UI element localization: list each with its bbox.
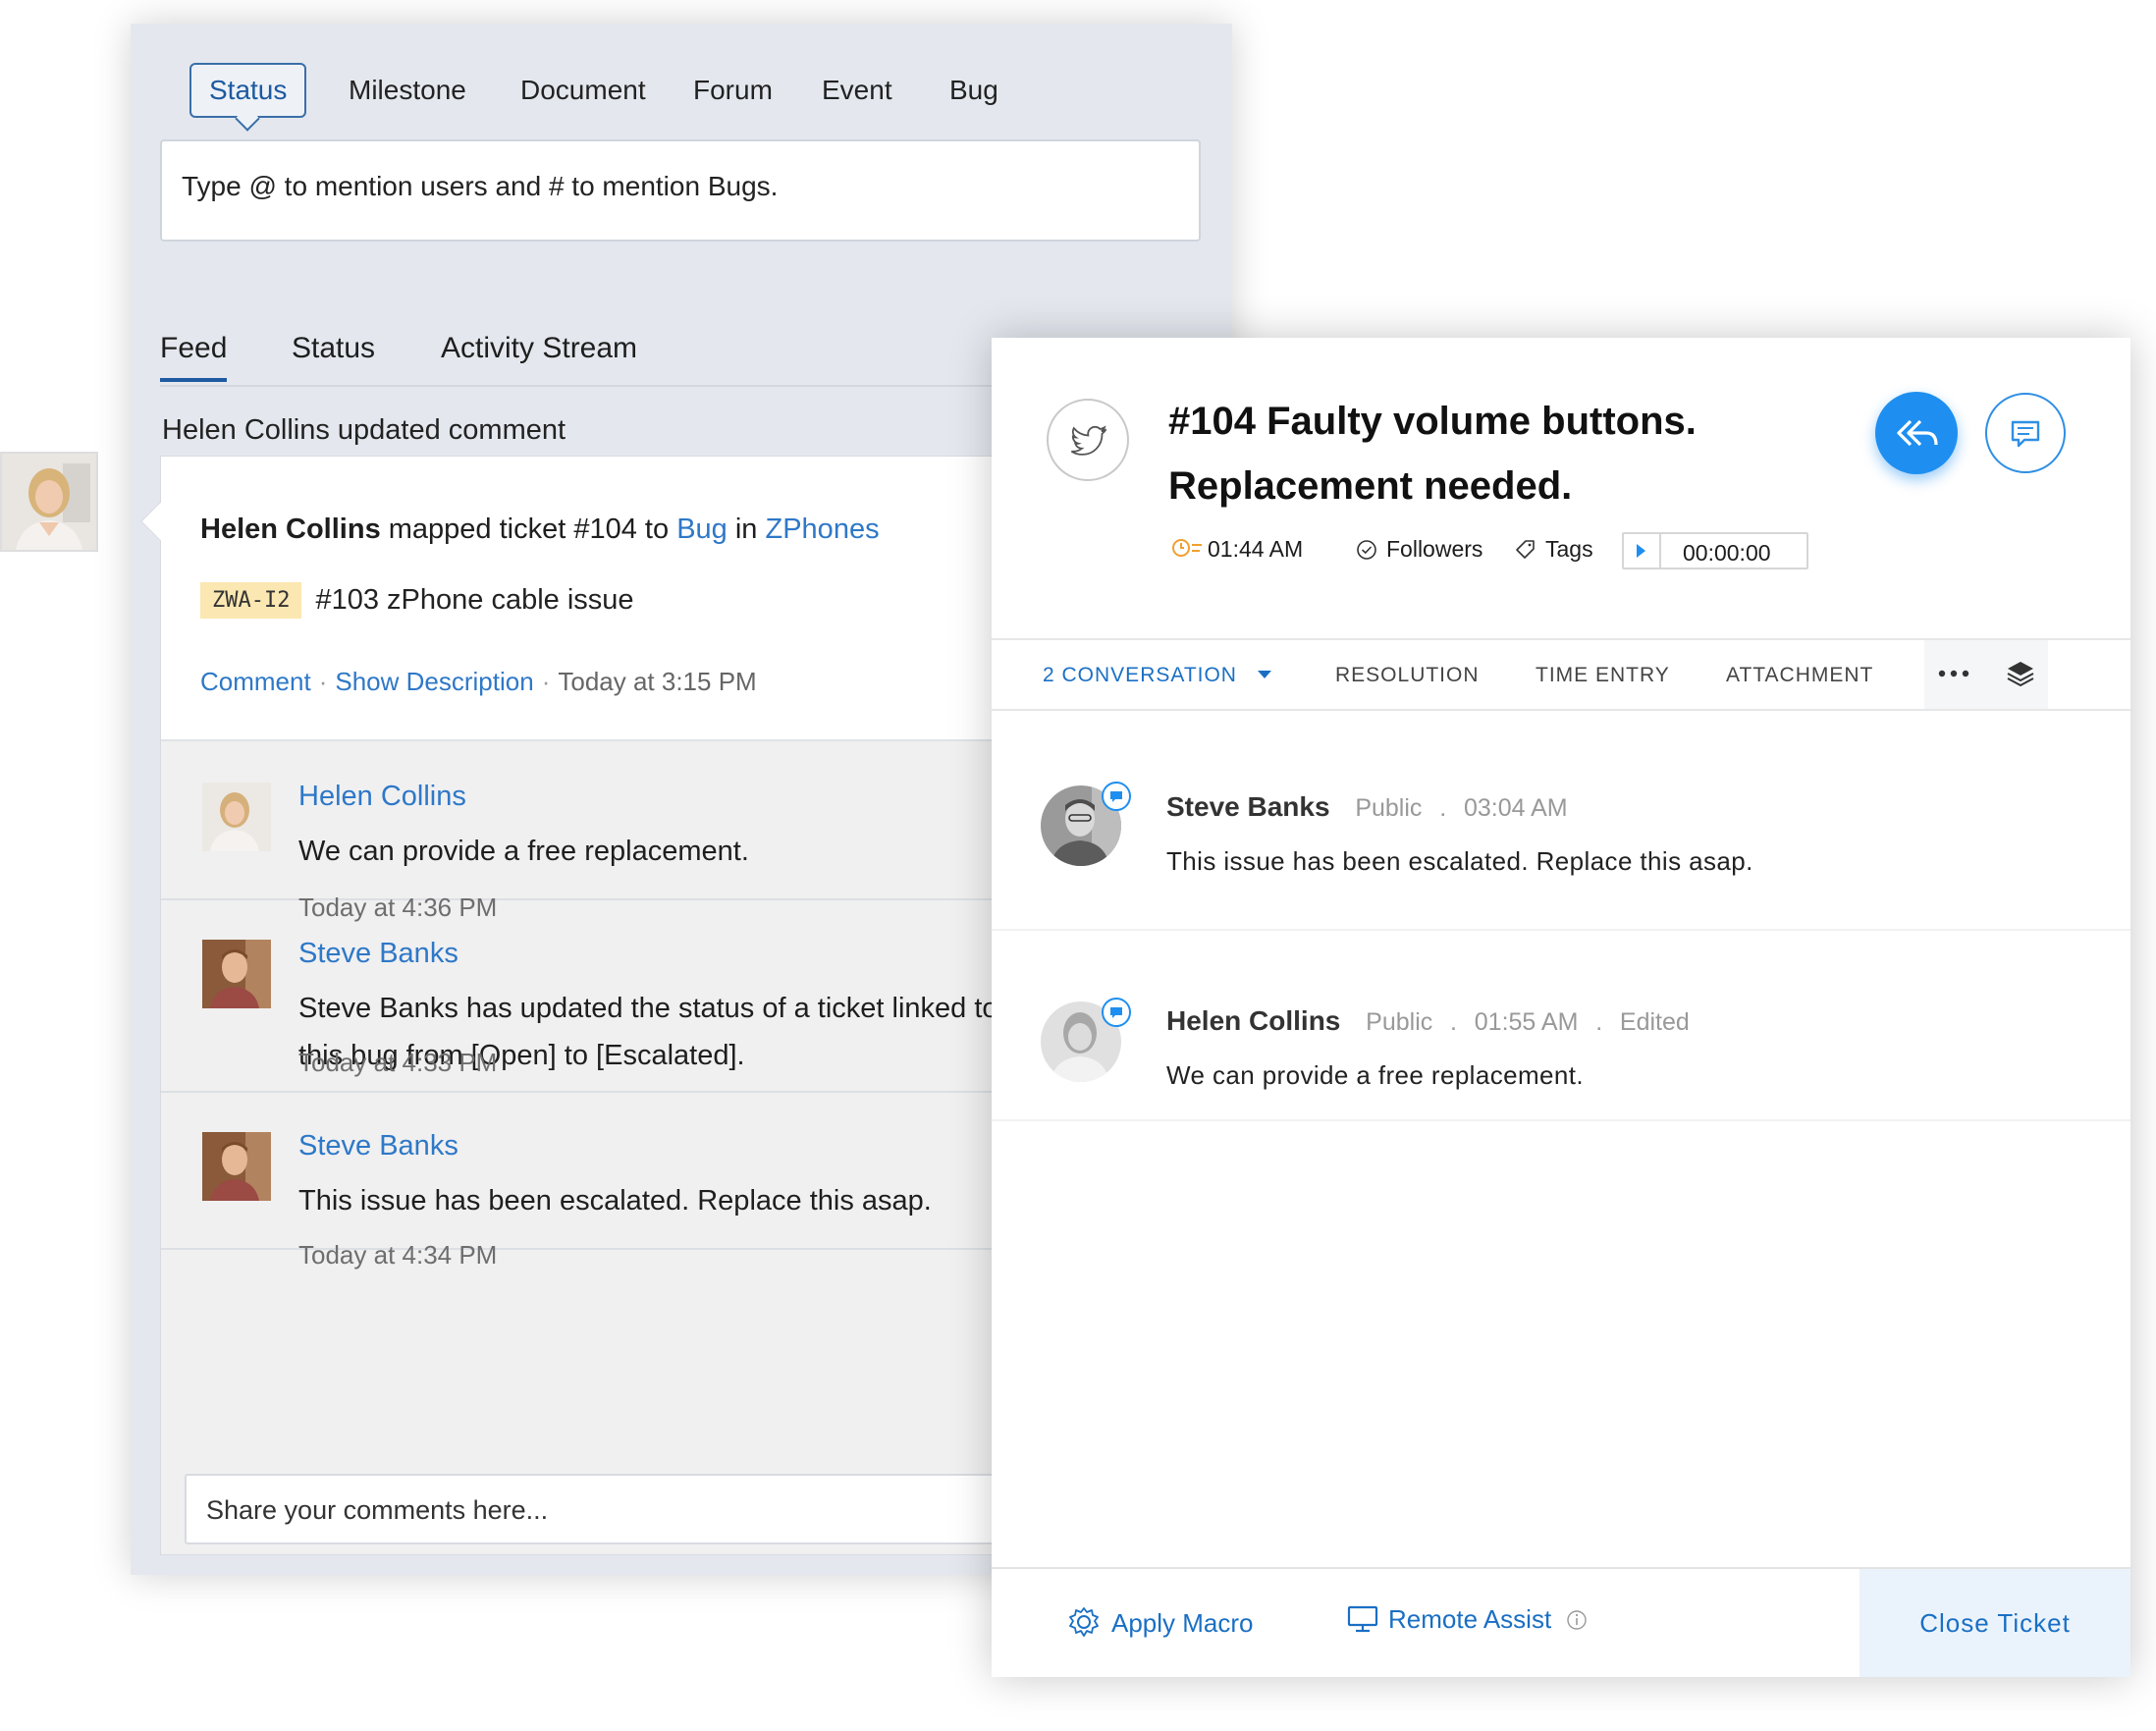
comment-author[interactable]: Helen Collins (298, 781, 466, 813)
mapped-line: Helen Collins mapped ticket #104 to Bug … (200, 514, 880, 546)
followers-button[interactable]: Followers (1386, 536, 1482, 563)
entry-meta: Comment · Show Description · Today at 3:15 P… (200, 667, 757, 696)
check-circle-icon (1355, 538, 1378, 562)
message-time: 01:55 AM (1474, 1008, 1579, 1036)
project-link[interactable]: ZPhones (766, 514, 880, 545)
show-description-link[interactable]: Show Description (335, 667, 533, 696)
message-edited: Edited (1619, 1008, 1690, 1036)
tab-document[interactable]: Document (520, 73, 646, 108)
avatar (202, 1132, 271, 1201)
comment-icon (2011, 420, 2040, 448)
tab-feed[interactable]: Feed (160, 332, 228, 382)
bug-title[interactable]: #103 zPhone cable issue (315, 584, 633, 616)
conversation-item: Steve Banks Public . 03:04 AM This issue… (992, 713, 2130, 931)
twitter-icon (1047, 399, 1129, 481)
message-visibility: Public (1366, 1008, 1433, 1036)
ticket-footer: Apply Macro Remote Assist Close Ticket (992, 1567, 2130, 1677)
tab-resolution[interactable]: RESOLUTION (1335, 664, 1480, 687)
play-icon (1637, 544, 1645, 558)
tab-milestone[interactable]: Milestone (349, 73, 466, 108)
chat-badge-icon (1102, 998, 1131, 1027)
caret-down-icon (1257, 671, 1271, 678)
timer: 00:00:00 (1622, 532, 1808, 569)
bug-row: ZWA-I2 #103 zPhone cable issue (200, 582, 634, 619)
timer-value: 00:00:00 (1683, 540, 1771, 566)
mapped-user: Helen Collins (200, 514, 381, 545)
tab-feed-status[interactable]: Status (292, 332, 375, 365)
tab-forum[interactable]: Forum (693, 73, 773, 108)
comment-text: This issue has been escalated. Replace t… (298, 1185, 932, 1217)
info-icon[interactable] (1566, 1609, 1588, 1631)
comment-time: Today at 4:33 PM (298, 1048, 498, 1077)
mapped-text: mapped ticket #104 to (388, 514, 670, 545)
comment-author[interactable]: Steve Banks (298, 1130, 458, 1163)
close-ticket-button[interactable]: Close Ticket (1860, 1569, 2130, 1677)
avatar (202, 940, 271, 1008)
tab-event[interactable]: Event (822, 73, 892, 108)
message-author: Steve Banks Public . 03:04 AM (1166, 791, 1568, 822)
add-comment-button[interactable] (1985, 393, 2066, 473)
entry-time: Today at 3:15 PM (558, 667, 757, 696)
tab-conversation-label: 2 CONVERSATION (1043, 664, 1237, 686)
comment-text: We can provide a free replacement. (298, 836, 749, 867)
tag-icon (1514, 538, 1537, 562)
ticket-title: #104 Faulty volume buttons. Replacement … (1168, 400, 1697, 508)
message-time: 03:04 AM (1463, 794, 1568, 822)
gear-icon (1066, 1604, 1102, 1640)
chat-badge-icon (1102, 782, 1131, 811)
remote-assist-label: Remote Assist (1388, 1604, 1552, 1634)
bug-link[interactable]: Bug (676, 514, 728, 545)
more-icon[interactable] (1934, 666, 1973, 681)
comment-author[interactable]: Steve Banks (298, 938, 458, 970)
apply-macro-label: Apply Macro (1111, 1608, 1254, 1638)
tab-time-entry[interactable]: TIME ENTRY (1536, 664, 1670, 687)
tab-status[interactable]: Status (189, 63, 307, 118)
composer-type-tabs: Status Milestone Document Forum Event Bu… (131, 24, 1232, 132)
apply-macro-button[interactable]: Apply Macro (1066, 1604, 1254, 1640)
mapped-in: in (734, 514, 758, 545)
message-author-name[interactable]: Helen Collins (1166, 1005, 1340, 1036)
ticket-detail-panel: #104 Faulty volume buttons. Replacement … (992, 338, 2130, 1677)
avatar (202, 783, 271, 851)
bug-code-badge[interactable]: ZWA-I2 (200, 582, 302, 619)
tags-button[interactable]: Tags (1545, 536, 1593, 563)
share-comment-input[interactable]: Share your comments here... (185, 1474, 1127, 1544)
clock-icon (1170, 534, 1204, 562)
tab-conversation[interactable]: 2 CONVERSATION (1043, 664, 1271, 687)
tab-activity-stream[interactable]: Activity Stream (441, 332, 637, 365)
message-author: Helen Collins Public . 01:55 AM . Edited (1166, 1005, 1690, 1036)
tab-attachment[interactable]: ATTACHMENT (1726, 664, 1873, 687)
tab-bug[interactable]: Bug (949, 73, 998, 108)
remote-assist-button[interactable]: Remote Assist (1347, 1604, 1588, 1635)
play-timer-button[interactable] (1624, 534, 1661, 568)
ticket-time: 01:44 AM (1208, 536, 1304, 562)
side-avatar (0, 452, 98, 552)
layers-icon[interactable] (2005, 658, 2036, 689)
monitor-icon (1347, 1604, 1378, 1634)
update-line: Helen Collins updated comment (162, 414, 566, 446)
message-text: We can provide a free replacement. (1166, 1060, 1585, 1090)
status-input[interactable]: Type @ to mention users and # to mention… (160, 139, 1201, 242)
message-text: This issue has been escalated. Replace t… (1166, 846, 1753, 876)
ticket-tabs: 2 CONVERSATION RESOLUTION TIME ENTRY ATT… (992, 638, 2130, 711)
more-tabs-area (1924, 640, 2048, 709)
conversation-item: Helen Collins Public . 01:55 AM . Edited… (992, 931, 2130, 1121)
reply-all-icon (1897, 419, 1938, 447)
message-author-name[interactable]: Steve Banks (1166, 791, 1330, 822)
message-visibility: Public (1355, 794, 1423, 822)
comment-time: Today at 4:34 PM (298, 1240, 498, 1270)
comment-link[interactable]: Comment (200, 667, 311, 696)
reply-all-button[interactable] (1875, 392, 1958, 474)
